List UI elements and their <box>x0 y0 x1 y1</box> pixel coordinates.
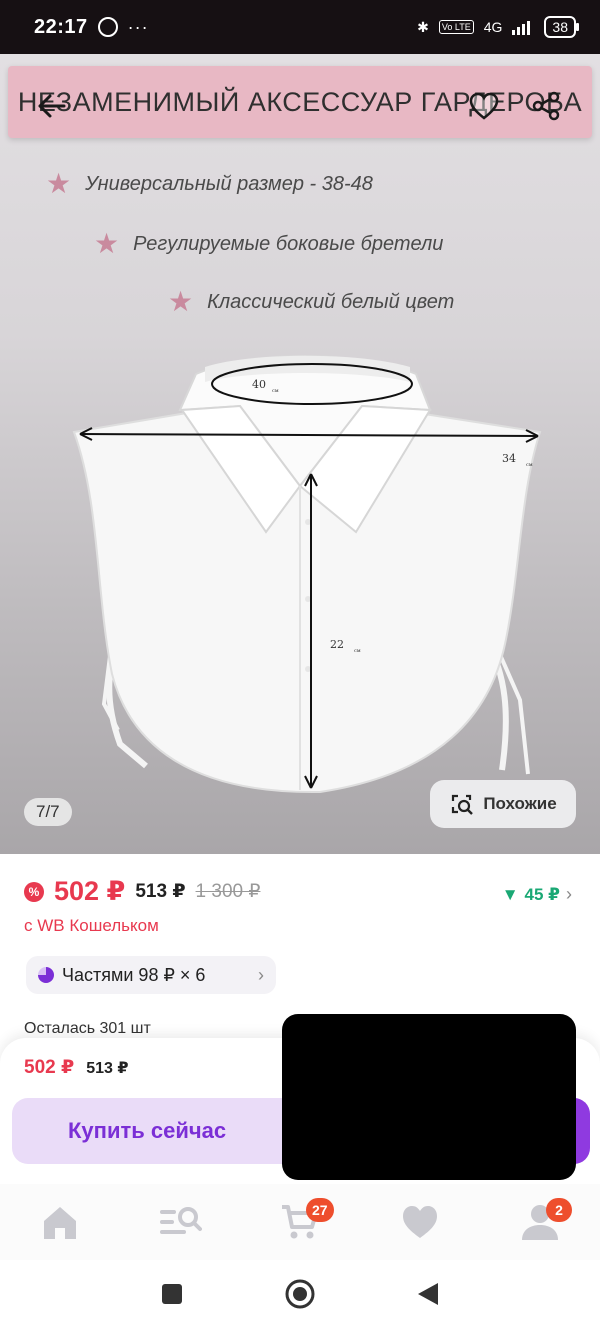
svg-text:см: см <box>354 648 361 654</box>
image-search-icon <box>452 794 474 815</box>
home-system-button[interactable] <box>284 1278 316 1315</box>
similar-button[interactable]: Похожие <box>430 780 576 828</box>
tab-cart[interactable]: 27 <box>270 1192 334 1252</box>
price-drop-value: 45 ₽ <box>524 884 560 904</box>
chevron-right-icon: › <box>566 884 572 904</box>
tab-profile[interactable]: 2 <box>510 1192 572 1252</box>
installments-label: Частями 98 ₽ × 6 <box>62 964 206 985</box>
image-counter: 7/7 <box>24 798 72 826</box>
status-time: 22:17 <box>34 15 88 38</box>
sheet-prices: 502 ₽ 513 ₽ <box>24 1056 128 1079</box>
old-price: 1 300 ₽ <box>195 881 261 902</box>
product-page: 22:17 ··· ✱ Vo LTE 4G 38 НЕЗАМЕНИМЫЙ АКС… <box>0 0 600 1332</box>
installments-button[interactable]: Частями 98 ₽ × 6 › <box>26 956 276 994</box>
system-nav-bar <box>0 1260 600 1332</box>
home-icon <box>44 1207 76 1239</box>
bluetooth-icon: ✱ <box>417 18 429 35</box>
svg-text:см: см <box>526 462 533 468</box>
circle-icon <box>285 1279 315 1308</box>
tab-catalog[interactable] <box>150 1192 210 1252</box>
volte-icon: Vo LTE <box>438 20 474 34</box>
chevron-right-icon: › <box>258 964 264 985</box>
tab-home[interactable] <box>30 1192 90 1252</box>
similar-label: Похожие <box>483 794 557 813</box>
back-system-button[interactable] <box>416 1281 440 1312</box>
discount-icon: % <box>24 881 44 902</box>
stock-label: Осталась 301 шт <box>24 1020 151 1037</box>
neck-measure: 40 <box>252 378 266 391</box>
price-row: % 502 ₽ 513 ₽ 1 300 ₽ <box>24 876 260 907</box>
battery-icon: 38 <box>544 16 579 38</box>
wallet-label: с WB Кошельком <box>24 916 159 935</box>
product-image[interactable]: НЕЗАМЕНИМЫЙ АКСЕССУАР ГАРДЕРОБА ★ Универ… <box>0 54 600 854</box>
triangle-back-icon <box>418 1282 438 1305</box>
current-price: 502 ₽ <box>54 876 126 906</box>
more-notifications-icon: ··· <box>127 16 149 37</box>
width-measure: 34 <box>502 452 516 465</box>
collar-illustration: 40 см 34 см 22 см <box>72 355 542 794</box>
buy-now-label: Купить сейчас <box>68 1118 227 1143</box>
bottom-tab-bar: 27 2 <box>0 1184 600 1260</box>
svg-text:см: см <box>272 388 279 394</box>
status-bar: 22:17 ··· ✱ Vo LTE 4G 38 <box>0 0 600 54</box>
sheet-regular-price: 513 ₽ <box>86 1060 129 1077</box>
arrow-down-icon: ▼ <box>501 884 519 904</box>
catalog-search-icon <box>160 1207 202 1234</box>
sheet-current-price: 502 ₽ <box>24 1057 75 1078</box>
regular-price: 513 ₽ <box>135 881 186 902</box>
pie-chart-icon <box>38 967 54 983</box>
tab-favorites[interactable] <box>390 1192 450 1252</box>
cart-badge: 27 <box>306 1198 334 1222</box>
heart-icon <box>403 1206 437 1238</box>
recents-button[interactable] <box>160 1282 184 1311</box>
signal-icon <box>512 21 531 35</box>
redacted-overlay <box>282 1014 576 1180</box>
square-icon <box>162 1283 182 1304</box>
whatsapp-icon <box>97 17 118 37</box>
network-label: 4G <box>483 19 503 35</box>
profile-badge: 2 <box>546 1198 572 1222</box>
price-drop-button[interactable]: ▼ 45 ₽ › <box>502 884 572 905</box>
length-measure: 22 <box>330 638 344 651</box>
